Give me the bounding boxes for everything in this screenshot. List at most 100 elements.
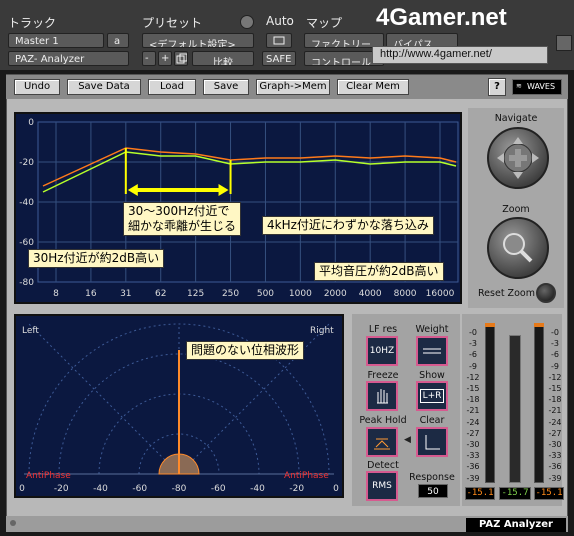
load-button[interactable]: Load	[148, 79, 196, 95]
peak-hold-label: Peak Hold	[359, 415, 407, 426]
clear-mem-button[interactable]: Clear Mem	[337, 79, 409, 95]
spectrum-x-tick: 16000	[426, 289, 455, 299]
safe-button[interactable]: SAFE	[262, 51, 296, 66]
detect-button[interactable]: RMS	[366, 471, 398, 501]
plugin-footer-title: PAZ Analyzer	[466, 518, 566, 532]
copy-icon[interactable]	[174, 51, 188, 66]
meter-left-peak	[485, 323, 495, 327]
navigate-label: Navigate	[494, 113, 538, 124]
lf-res-label: LF res	[368, 324, 398, 335]
meter-scale-tick: -15	[466, 384, 480, 393]
spectrum-x-tick: 125	[187, 289, 204, 299]
meter-scale-tick: -15	[548, 384, 562, 393]
track-select[interactable]: Master 1	[8, 33, 104, 48]
clear-icon	[425, 435, 440, 450]
callout-30hz: 30Hz付近が約2dB高い	[28, 249, 165, 268]
show-label: Show	[419, 370, 445, 381]
phase-x-tick: 0	[333, 484, 339, 494]
peak-hold-icon	[374, 438, 390, 450]
track-channel-select[interactable]: a	[107, 33, 129, 48]
meter-scale-tick: -36	[548, 462, 562, 472]
spectrum-x-tick: 250	[222, 289, 239, 299]
phase-left-label: Left	[22, 326, 39, 336]
meter-scale-tick: -6	[551, 350, 559, 360]
phase-x-tick: -80	[171, 484, 187, 494]
spectrum-y-tick: -20	[19, 158, 34, 168]
preset-label: プリセット	[142, 16, 203, 30]
host-header: トラック プリセット Auto マップ Master 1 a PAZ- Anal…	[0, 0, 574, 70]
meter-right-peak	[534, 323, 544, 327]
clear-arrow-icon: ◀	[404, 435, 411, 445]
callout-avg: 平均音圧が約2dB高い	[314, 262, 444, 281]
weight-flat-icon	[423, 348, 441, 354]
antiphase-right-label: AntiPhase	[284, 471, 329, 481]
meter-scale-tick: -0	[551, 328, 559, 337]
meter-scale-tick: -36	[466, 462, 480, 472]
zoom-knob[interactable]	[487, 217, 549, 279]
preset-minus-button[interactable]: -	[142, 51, 156, 66]
phase-x-tick: -40	[93, 484, 108, 494]
preset-menu-icon[interactable]	[240, 15, 254, 29]
spectrum-x-tick: 2000	[324, 289, 347, 299]
plugin-select[interactable]: PAZ- Analyzer	[8, 51, 129, 66]
callout-range-line2: 細かな乖離が生じる	[128, 219, 237, 233]
spectrum-x-tick: 31	[120, 289, 131, 299]
readout-right: -15.1	[534, 487, 564, 500]
freeze-label: Freeze	[367, 370, 399, 381]
meter-scale-tick: -30	[466, 440, 480, 449]
preset-select[interactable]: <デフォルト設定>	[142, 33, 254, 48]
graph-to-mem-button[interactable]: Graph->Mem	[256, 79, 330, 95]
reset-zoom-button[interactable]	[536, 283, 556, 303]
undo-button[interactable]: Undo	[14, 79, 60, 95]
meter-scale-tick: -12	[466, 372, 480, 382]
meter-left	[485, 323, 495, 483]
show-button[interactable]: L+R	[416, 381, 448, 411]
meter-scale-tick: -12	[548, 372, 562, 382]
meter-scale-tick: -9	[551, 361, 559, 371]
clear-label: Clear	[419, 415, 445, 426]
spectrum-y-tick: -40	[19, 198, 34, 208]
detect-label: Detect	[367, 460, 399, 471]
clear-button[interactable]	[416, 427, 448, 457]
meter-scale-tick: -21	[466, 406, 480, 416]
meter-scale-tick: -27	[466, 428, 480, 438]
compare-button[interactable]: 比較	[192, 51, 254, 66]
automation-window-icon[interactable]	[266, 33, 292, 48]
waves-mark-icon: ≋	[516, 82, 522, 90]
meter-scale-tick: -33	[466, 451, 480, 461]
meter-scale-tick: -0	[469, 328, 477, 337]
callout-range: 30～300Hz付近で 細かな乖離が生じる	[123, 202, 242, 236]
meter-scale-tick: -24	[548, 417, 562, 427]
spectrum-x-tick: 500	[257, 289, 274, 299]
response-field[interactable]: 50	[418, 484, 448, 498]
meter-scale-tick: -6	[469, 350, 477, 360]
weight-button[interactable]	[416, 336, 448, 366]
save-button[interactable]: Save	[203, 79, 249, 95]
preset-plus-button[interactable]: +	[158, 51, 172, 66]
help-button[interactable]: ?	[488, 78, 506, 96]
meter-scale-tick: -30	[548, 440, 562, 449]
save-data-button[interactable]: Save Data	[67, 79, 141, 95]
navigate-knob[interactable]	[487, 127, 549, 189]
phase-x-tick: -20	[289, 484, 305, 494]
watermark-url: http://www.4gamer.net/	[380, 48, 492, 60]
meter-scale-tick: -18	[466, 395, 480, 405]
meter-scale-tick: -39	[548, 473, 562, 483]
meter-right	[534, 323, 544, 483]
spectrum-y-tick: 0	[28, 118, 34, 128]
phase-x-tick: -60	[210, 484, 226, 494]
lf-res-button[interactable]: 10HZ	[366, 336, 398, 366]
expand-icon[interactable]	[556, 35, 572, 51]
meter-scale-tick: -39	[466, 473, 480, 483]
navigate-arrows-icon	[497, 137, 539, 179]
track-label: トラック	[8, 16, 57, 30]
show-value: L+R	[419, 389, 445, 403]
peak-hold-button[interactable]	[366, 427, 398, 457]
meter-scale-tick: -3	[551, 339, 559, 349]
freeze-button[interactable]	[366, 381, 398, 411]
spectrum-y-tick: -80	[19, 278, 34, 288]
phase-x-tick: -60	[132, 484, 148, 494]
meter-scale-tick: -18	[548, 395, 562, 405]
meter-scale-tick: -24	[466, 417, 480, 427]
weight-label: Weight	[415, 324, 449, 335]
